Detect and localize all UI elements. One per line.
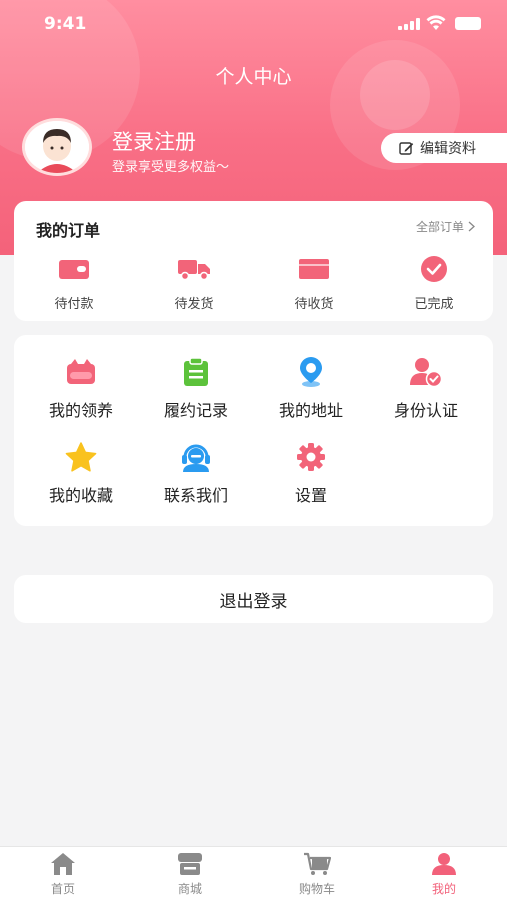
service-my-adoption[interactable]: 我的领养	[26, 355, 136, 421]
service-my-favorites[interactable]: 我的收藏	[26, 440, 136, 506]
orders-card: 我的订单 全部订单 待付款 待发货 待收货 已完成	[14, 201, 493, 321]
battery-icon	[455, 17, 481, 30]
service-my-address-label: 我的地址	[278, 401, 343, 420]
service-my-adoption-label: 我的领养	[48, 401, 113, 420]
tab-store-label: 商城	[177, 882, 202, 896]
tab-cart-label: 购物车	[298, 882, 335, 896]
default-avatar-icon	[25, 121, 89, 173]
service-identity-verification-label: 身份认证	[393, 401, 458, 420]
location-pin-icon	[300, 357, 322, 387]
all-orders-label: 全部订单	[415, 220, 464, 234]
order-completed[interactable]: 已完成	[384, 253, 484, 312]
services-card: 我的领养 履约记录 我的地址 身份认证 我的收藏 联系我们 设置	[14, 335, 493, 526]
service-identity-verification[interactable]: 身份认证	[371, 355, 481, 421]
order-pending-payment-label: 待付款	[54, 297, 94, 312]
edit-profile-label: 编辑资料	[420, 141, 476, 157]
service-my-favorites-label: 我的收藏	[48, 486, 113, 505]
edit-profile-button[interactable]: 编辑资料	[381, 133, 507, 163]
user-verified-icon	[410, 358, 442, 387]
service-contact-us-label: 联系我们	[163, 486, 228, 505]
login-register-link[interactable]: 登录注册	[112, 126, 196, 156]
tab-bar: 首页 商城 购物车 我的	[0, 846, 507, 900]
cart-icon	[304, 852, 331, 875]
service-settings-label: 设置	[294, 486, 327, 505]
tab-home[interactable]: 首页	[0, 851, 126, 897]
service-fulfillment-records-label: 履约记录	[163, 401, 228, 420]
status-time: 9:41	[44, 14, 87, 34]
order-to-receive[interactable]: 待收货	[264, 253, 364, 312]
clipboard-icon	[184, 357, 208, 386]
all-orders-link[interactable]: 全部订单	[416, 218, 475, 235]
tab-profile-label: 我的	[431, 882, 456, 896]
store-icon	[178, 853, 202, 875]
wifi-icon	[426, 15, 446, 30]
edit-icon	[399, 141, 414, 155]
order-pending-payment[interactable]: 待付款	[24, 253, 124, 312]
service-my-address[interactable]: 我的地址	[256, 355, 366, 421]
status-bar: 9:41	[0, 12, 507, 36]
headset-icon	[182, 444, 210, 472]
order-to-ship[interactable]: 待发货	[144, 253, 244, 312]
tab-profile[interactable]: 我的	[381, 851, 507, 897]
tab-home-label: 首页	[50, 882, 75, 896]
star-icon	[65, 442, 97, 472]
gear-icon	[297, 443, 325, 471]
login-benefits-text: 登录享受更多权益～	[112, 160, 230, 175]
service-contact-us[interactable]: 联系我们	[141, 440, 251, 506]
tab-store[interactable]: 商城	[127, 851, 253, 897]
check-circle-icon	[421, 256, 447, 282]
orders-title: 我的订单	[36, 221, 101, 240]
page-title: 个人中心	[215, 66, 292, 88]
truck-icon	[178, 260, 210, 281]
box-icon	[299, 259, 329, 279]
chevron-right-icon	[468, 221, 475, 232]
home-icon	[51, 853, 75, 875]
order-to-receive-label: 待收货	[294, 297, 334, 312]
cellular-signal-icon	[398, 18, 420, 30]
service-fulfillment-records[interactable]: 履约记录	[141, 355, 251, 421]
service-settings[interactable]: 设置	[256, 440, 366, 506]
avatar[interactable]	[22, 118, 94, 178]
logout-button[interactable]: 退出登录	[14, 575, 493, 623]
tab-cart[interactable]: 购物车	[254, 851, 380, 897]
adoption-icon	[67, 359, 95, 384]
wallet-icon	[59, 260, 89, 279]
profile-icon	[432, 853, 456, 875]
order-completed-label: 已完成	[414, 297, 454, 312]
order-to-ship-label: 待发货	[174, 297, 214, 312]
